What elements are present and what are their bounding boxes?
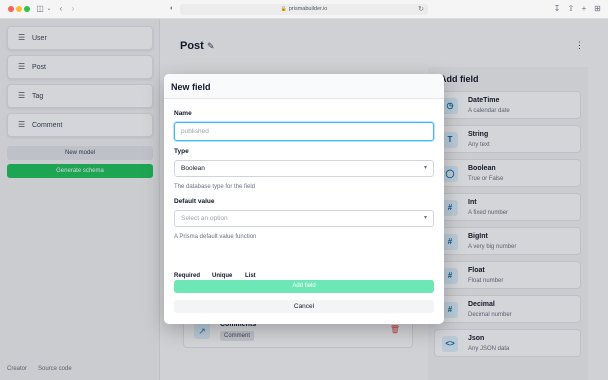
- new-field-dialog: New field Name Type Boolean ▾ The databa…: [164, 74, 444, 324]
- back-icon[interactable]: ‹: [57, 3, 65, 15]
- app-area: ☰ User ☰ Post ☰ Tag ☰ Comment New model …: [0, 19, 608, 380]
- type-select[interactable]: Boolean ▾: [174, 160, 434, 177]
- forward-icon[interactable]: ›: [69, 3, 77, 15]
- reload-icon[interactable]: ↻: [418, 4, 424, 15]
- default-value-placeholder: Select an option: [181, 215, 228, 222]
- cancel-button[interactable]: Cancel: [174, 300, 434, 313]
- share-icon[interactable]: ⇧: [567, 3, 575, 15]
- name-input[interactable]: [174, 122, 434, 141]
- new-tab-icon[interactable]: +: [580, 3, 588, 15]
- download-icon[interactable]: ↧: [553, 3, 561, 15]
- url-text: prismabuilder.io: [288, 6, 328, 12]
- minimize-window-button[interactable]: [16, 6, 22, 12]
- privacy-shield-icon[interactable]: ◐: [168, 3, 176, 15]
- type-select-value: Boolean: [181, 165, 205, 172]
- lock-icon: 🔒: [280, 6, 287, 12]
- required-label: Required: [174, 273, 201, 279]
- default-value-select[interactable]: Select an option ▾: [174, 210, 434, 227]
- list-label: List: [245, 273, 256, 279]
- sidebar-toggle-icon[interactable]: ◫: [35, 3, 45, 15]
- zoom-window-button[interactable]: [24, 6, 30, 12]
- address-bar[interactable]: 🔒 prismabuilder.io ↻: [180, 4, 428, 15]
- default-help-text: A Prisma default value function: [174, 234, 257, 240]
- browser-toolbar: ◫ ⌄ ‹ › ◐ 🔒 prismabuilder.io ↻ ↧ ⇧ + ⊞: [0, 0, 608, 19]
- dialog-title: New field: [171, 82, 211, 92]
- dialog-header: New field: [164, 74, 444, 99]
- close-window-button[interactable]: [8, 6, 14, 12]
- tab-overview-icon[interactable]: ⊞: [593, 3, 602, 15]
- chevron-down-icon: ▾: [423, 215, 427, 221]
- type-label: Type: [174, 148, 189, 155]
- add-field-button[interactable]: Add field: [174, 280, 434, 293]
- chevron-down-icon[interactable]: ⌄: [46, 3, 52, 15]
- name-label: Name: [174, 110, 192, 117]
- default-value-label: Default value: [174, 198, 215, 205]
- type-help-text: The database type for the field: [174, 184, 256, 190]
- chevron-down-icon: ▾: [423, 165, 427, 171]
- unique-label: Unique: [212, 273, 233, 279]
